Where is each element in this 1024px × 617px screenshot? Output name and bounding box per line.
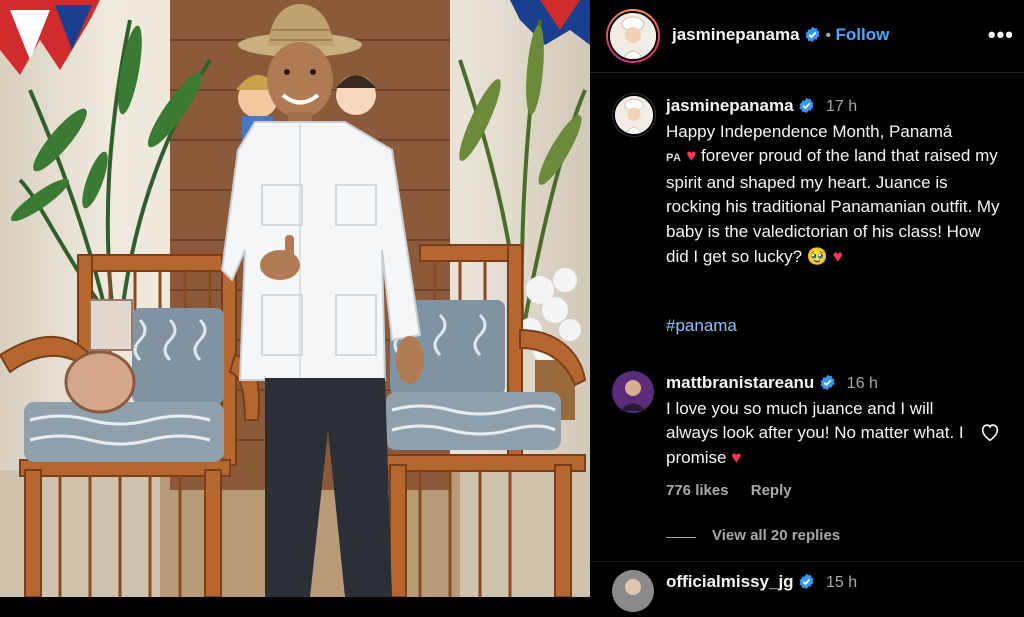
more-options-icon[interactable]: ••• [988, 22, 1014, 48]
caption-avatar[interactable] [612, 93, 656, 137]
view-replies-button[interactable]: View all 20 replies [712, 527, 840, 544]
reply-button[interactable]: Reply [751, 482, 792, 499]
comment: mattbranistareanu 16 h I love you so muc… [666, 371, 976, 470]
hashtag-link[interactable]: #panama [666, 316, 737, 336]
red-heart-icon-3: ♥ [731, 447, 742, 467]
author-avatar[interactable] [606, 9, 660, 63]
replies-divider [666, 537, 696, 538]
commenter-avatar-2[interactable] [612, 570, 654, 612]
post-photo[interactable] [0, 0, 590, 597]
like-heart-icon[interactable] [979, 421, 1001, 443]
comment-username[interactable]: mattbranistareanu [666, 373, 814, 392]
caption-line-1: Happy Independence Month, Panamá [666, 121, 953, 141]
comment-likes[interactable]: 776 likes [666, 482, 729, 499]
verified-badge-icon [799, 97, 814, 114]
verified-badge-icon [799, 573, 814, 590]
separator-dot: • [825, 27, 832, 44]
divider [590, 561, 1024, 562]
header-identity: jasminepanama • Follow [672, 25, 889, 45]
person-avatar-icon [612, 371, 654, 413]
comment-2: officialmissy_jg 15 h [666, 572, 857, 592]
chef-avatar-icon [610, 13, 656, 59]
chef-avatar-small-icon [615, 96, 653, 134]
person-avatar-icon-2 [612, 570, 654, 612]
comment-meta: 776 likes Reply [666, 482, 810, 499]
post-header: jasminepanama • Follow ••• [590, 0, 1024, 73]
post-side-panel: jasminepanama • Follow ••• jasminepanama [590, 0, 1024, 612]
comment-time[interactable]: 16 h [847, 375, 878, 392]
caption-username[interactable]: jasminepanama [666, 96, 794, 115]
verified-badge-icon [805, 26, 820, 43]
tearful-face-icon: 🥹 [806, 246, 828, 266]
comment-2-time[interactable]: 15 h [826, 574, 857, 591]
follow-button[interactable]: Follow [836, 25, 890, 44]
caption-time[interactable]: 17 h [826, 98, 857, 115]
photo-illustration [0, 0, 590, 597]
author-username[interactable]: jasminepanama [672, 25, 800, 44]
commenter-avatar[interactable] [612, 371, 654, 413]
instagram-post-view: jasminepanama • Follow ••• jasminepanama [0, 0, 1024, 612]
comment-text: I love you so much juance and I will alw… [666, 398, 964, 467]
verified-badge-icon [820, 374, 835, 391]
caption: jasminepanama 17 h Happy Independence Mo… [666, 94, 1006, 269]
panama-flag-icon: PA [666, 152, 682, 165]
red-heart-icon: ♥ [686, 146, 697, 166]
red-heart-icon-2: ♥ [832, 246, 843, 266]
comment-2-username[interactable]: officialmissy_jg [666, 572, 794, 591]
